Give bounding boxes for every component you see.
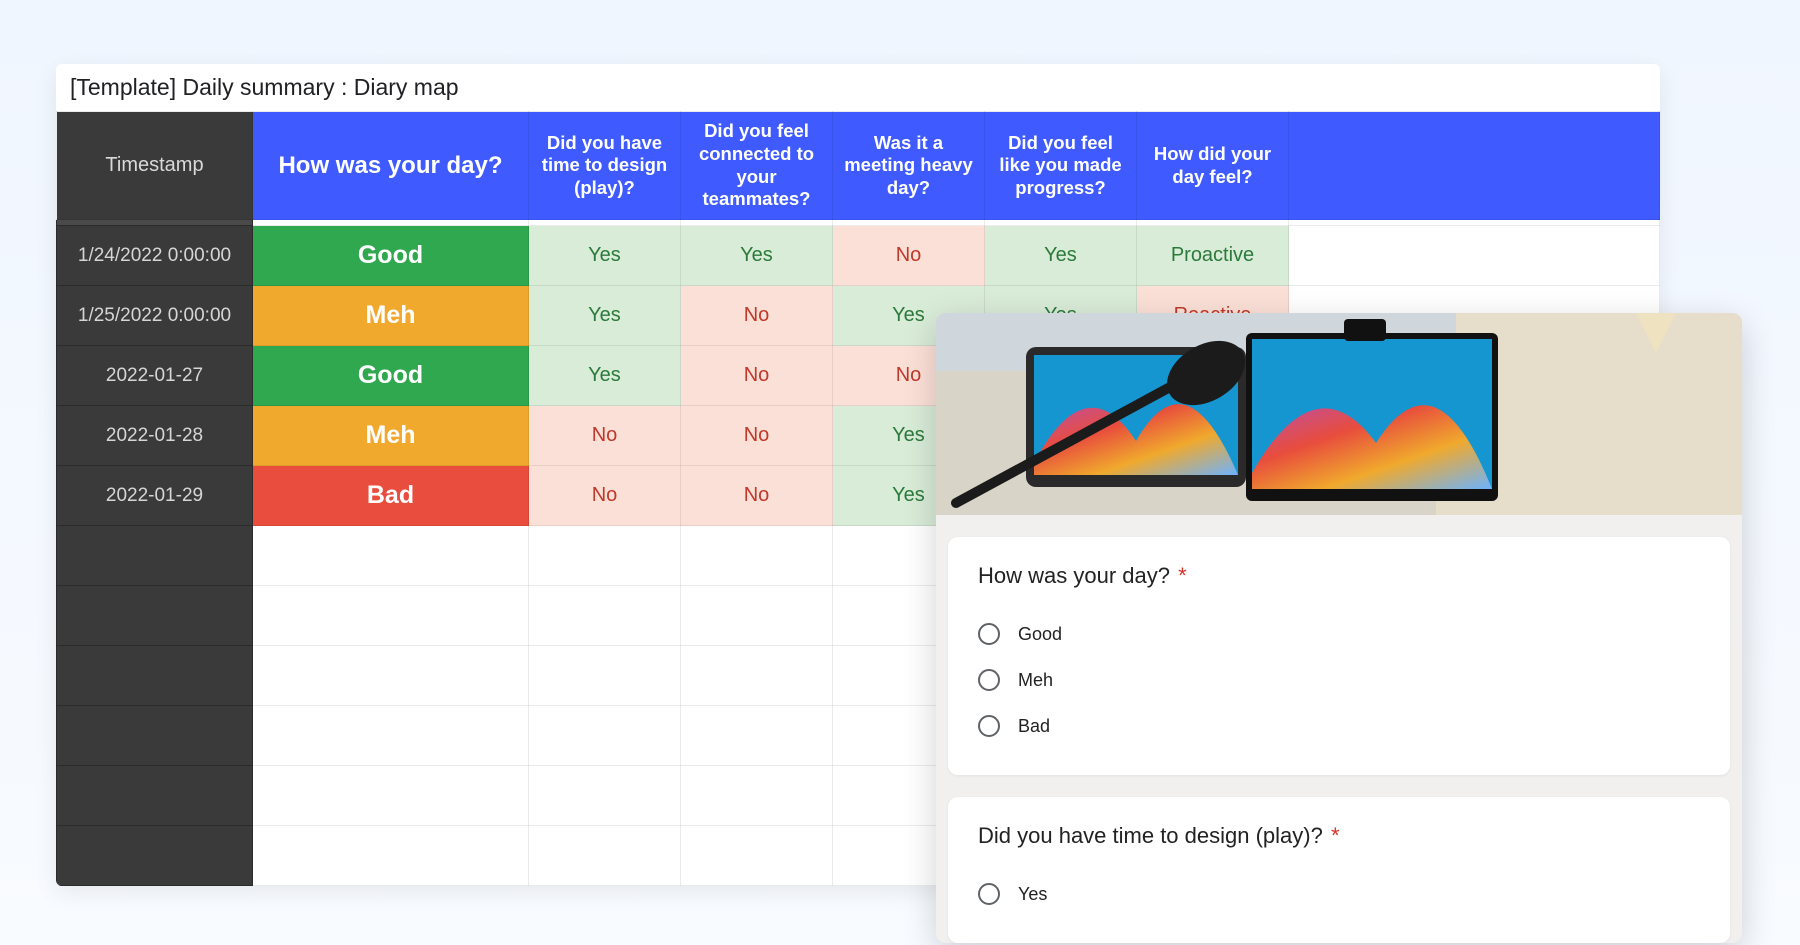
cell-blank[interactable] xyxy=(253,526,529,586)
radio-icon xyxy=(978,715,1000,737)
cell-blank[interactable] xyxy=(253,706,529,766)
cell-blank[interactable] xyxy=(529,826,681,886)
cell-blank[interactable] xyxy=(1289,226,1660,286)
cell-blank[interactable] xyxy=(681,586,833,646)
cell-blank[interactable] xyxy=(529,766,681,826)
cell-timestamp[interactable]: 2022-01-29 xyxy=(57,466,253,526)
cell-progress[interactable]: Yes xyxy=(985,226,1137,286)
header-feel: How did your day feel? xyxy=(1137,112,1289,220)
cell-blank[interactable] xyxy=(681,706,833,766)
cell-blank[interactable] xyxy=(253,766,529,826)
cell-timestamp[interactable]: 2022-01-28 xyxy=(57,406,253,466)
header-timestamp: Timestamp xyxy=(57,112,253,220)
cell-timestamp[interactable]: 1/25/2022 0:00:00 xyxy=(57,286,253,346)
required-asterisk: * xyxy=(1178,563,1187,588)
cell-day-mood[interactable]: Good xyxy=(253,226,529,286)
radio-label: Bad xyxy=(1018,716,1050,737)
cell-connected[interactable]: No xyxy=(681,466,833,526)
radio-icon xyxy=(978,669,1000,691)
question-card-day: How was your day? * Good Meh Bad xyxy=(948,537,1730,775)
cell-blank[interactable] xyxy=(529,526,681,586)
cell-blank[interactable] xyxy=(57,526,253,586)
form-panel: How was your day? * Good Meh Bad Did you… xyxy=(936,313,1742,943)
header-meeting: Was it a meeting heavy day? xyxy=(833,112,985,220)
cell-connected[interactable]: No xyxy=(681,406,833,466)
radio-option-yes[interactable]: Yes xyxy=(978,871,1700,917)
cell-blank[interactable] xyxy=(529,586,681,646)
header-connected: Did you feel connected to your teammates… xyxy=(681,112,833,220)
cell-day-mood[interactable]: Bad xyxy=(253,466,529,526)
cell-blank[interactable] xyxy=(57,766,253,826)
cell-design[interactable]: Yes xyxy=(529,226,681,286)
cell-blank[interactable] xyxy=(253,586,529,646)
question-card-design: Did you have time to design (play)? * Ye… xyxy=(948,797,1730,943)
cell-feel[interactable]: Proactive xyxy=(1137,226,1289,286)
cell-timestamp[interactable]: 1/24/2022 0:00:00 xyxy=(57,226,253,286)
radio-label: Yes xyxy=(1018,884,1047,905)
cell-blank[interactable] xyxy=(529,646,681,706)
cell-day-mood[interactable]: Meh xyxy=(253,406,529,466)
table-header-row: Timestamp How was your day? Did you have… xyxy=(57,112,1660,220)
radio-icon xyxy=(978,623,1000,645)
cell-blank[interactable] xyxy=(681,646,833,706)
cell-blank[interactable] xyxy=(529,706,681,766)
question-title: How was your day? * xyxy=(978,563,1700,589)
header-blank xyxy=(1289,112,1660,220)
cell-design[interactable]: Yes xyxy=(529,286,681,346)
cell-blank[interactable] xyxy=(57,646,253,706)
cell-blank[interactable] xyxy=(681,826,833,886)
cell-blank[interactable] xyxy=(253,646,529,706)
radio-option-good[interactable]: Good xyxy=(978,611,1700,657)
cell-design[interactable]: Yes xyxy=(529,346,681,406)
cell-connected[interactable]: No xyxy=(681,346,833,406)
question-title-text: Did you have time to design (play)? xyxy=(978,823,1323,848)
form-hero-image xyxy=(936,313,1742,515)
question-title: Did you have time to design (play)? * xyxy=(978,823,1700,849)
sheet-title: [Template] Daily summary : Diary map xyxy=(56,64,1660,111)
header-day: How was your day? xyxy=(253,112,529,220)
cell-blank[interactable] xyxy=(681,766,833,826)
header-design: Did you have time to design (play)? xyxy=(529,112,681,220)
required-asterisk: * xyxy=(1331,823,1340,848)
question-title-text: How was your day? xyxy=(978,563,1170,588)
cell-connected[interactable]: Yes xyxy=(681,226,833,286)
cell-blank[interactable] xyxy=(57,826,253,886)
cell-design[interactable]: No xyxy=(529,406,681,466)
cell-day-mood[interactable]: Meh xyxy=(253,286,529,346)
cell-blank[interactable] xyxy=(57,586,253,646)
cell-meeting[interactable]: No xyxy=(833,226,985,286)
radio-label: Meh xyxy=(1018,670,1053,691)
cell-timestamp[interactable]: 2022-01-27 xyxy=(57,346,253,406)
radio-label: Good xyxy=(1018,624,1062,645)
header-progress: Did you feel like you made progress? xyxy=(985,112,1137,220)
cell-blank[interactable] xyxy=(253,826,529,886)
cell-blank[interactable] xyxy=(57,706,253,766)
cell-design[interactable]: No xyxy=(529,466,681,526)
radio-option-meh[interactable]: Meh xyxy=(978,657,1700,703)
table-row: 1/24/2022 0:00:00GoodYesYesNoYesProactiv… xyxy=(57,226,1660,286)
cell-connected[interactable]: No xyxy=(681,286,833,346)
radio-option-bad[interactable]: Bad xyxy=(978,703,1700,749)
cell-day-mood[interactable]: Good xyxy=(253,346,529,406)
cell-blank[interactable] xyxy=(681,526,833,586)
radio-icon xyxy=(978,883,1000,905)
